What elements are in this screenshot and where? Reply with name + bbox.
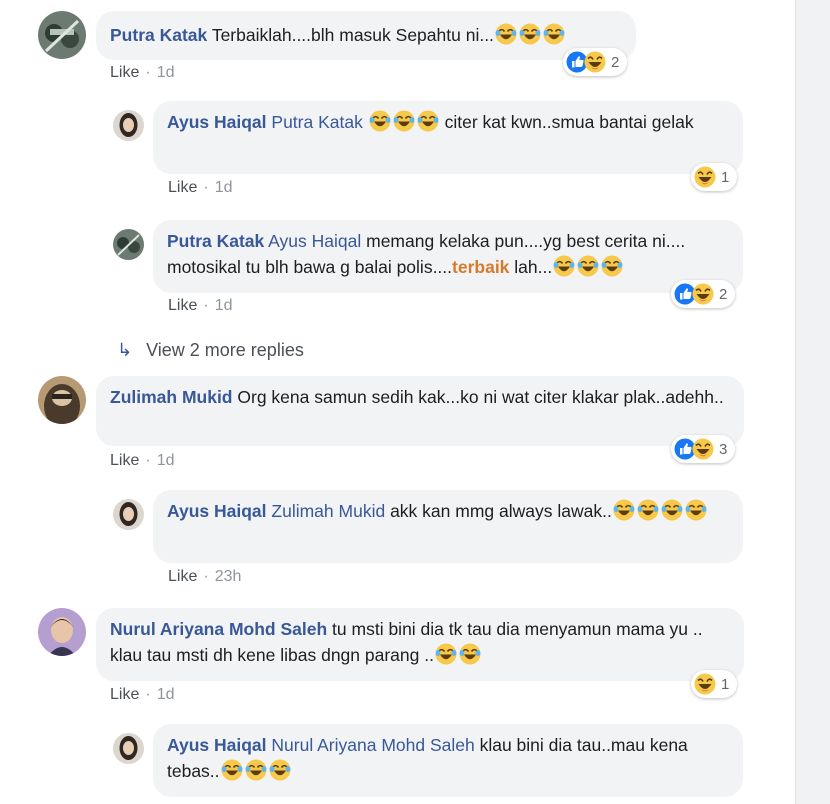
avatar[interactable] — [113, 110, 144, 141]
comment-author[interactable]: Nurul Ariyana Mohd Saleh — [110, 619, 327, 639]
reaction-count: 3 — [719, 440, 728, 458]
timestamp[interactable]: 1d — [157, 452, 175, 469]
tears-of-joy-icon — [416, 110, 439, 132]
reaction-summary[interactable]: 1 — [691, 670, 738, 698]
like-link[interactable]: Like — [168, 179, 197, 196]
comment-bubble: Nurul Ariyana Mohd Saleh tu msti bini di… — [96, 608, 744, 681]
comment-bubble: Ayus Haiqal Putra Katak citer kat kwn..s… — [153, 101, 743, 174]
mention-link[interactable]: Zulimah Mukid — [271, 501, 385, 521]
haha-reaction-icon — [584, 51, 606, 73]
haha-reaction-icon — [692, 438, 714, 460]
tears-of-joy-icon — [684, 499, 707, 521]
mention-link[interactable]: Putra Katak — [271, 112, 362, 132]
tears-of-joy-icon — [434, 643, 457, 665]
timestamp[interactable]: 1d — [157, 64, 175, 81]
reaction-summary[interactable]: 3 — [671, 435, 736, 463]
reaction-summary[interactable]: 1 — [691, 163, 738, 191]
reaction-count: 1 — [721, 168, 730, 186]
comment-bubble: Putra Katak Terbaiklah....blh masuk Sepa… — [96, 11, 636, 60]
avatar[interactable] — [113, 229, 144, 260]
timestamp[interactable]: 1d — [215, 179, 233, 196]
comment-text: Org kena samun sedih kak...ko ni wat cit… — [237, 387, 724, 407]
tears-of-joy-icon — [392, 110, 415, 132]
tears-of-joy-icon — [553, 255, 576, 277]
like-link[interactable]: Like — [168, 568, 197, 585]
tears-of-joy-icon — [368, 110, 391, 132]
reaction-count: 2 — [719, 285, 728, 303]
haha-reaction-icon — [694, 673, 716, 695]
reaction-count: 1 — [721, 675, 730, 693]
tears-of-joy-icon — [458, 643, 481, 665]
comment-bubble: Zulimah Mukid Org kena samun sedih kak..… — [96, 376, 744, 446]
tears-of-joy-icon — [660, 499, 683, 521]
comment-bubble: Putra Katak Ayus Haiqal memang kelaka pu… — [153, 220, 743, 293]
reaction-count: 2 — [611, 53, 620, 71]
haha-reaction-icon — [694, 166, 716, 188]
comment-text: citer kat kwn..smua bantai gelak — [444, 112, 694, 132]
like-link[interactable]: Like — [110, 452, 139, 469]
tears-of-joy-icon — [601, 255, 624, 277]
avatar[interactable] — [113, 499, 144, 530]
tears-of-joy-icon — [220, 759, 243, 781]
mention-link[interactable]: Nurul Ariyana Mohd Saleh — [271, 735, 474, 755]
like-link[interactable]: Like — [110, 64, 139, 81]
timestamp[interactable]: 1d — [157, 686, 175, 703]
avatar[interactable] — [113, 733, 144, 764]
tears-of-joy-icon — [612, 499, 635, 521]
tears-of-joy-icon — [577, 255, 600, 277]
like-link[interactable]: Like — [168, 297, 197, 314]
comment-bubble: Ayus Haiqal Nurul Ariyana Mohd Saleh kla… — [153, 724, 743, 797]
comment-author[interactable]: Zulimah Mukid — [110, 387, 233, 407]
mention-link[interactable]: Ayus Haiqal — [268, 231, 361, 251]
comment-meta: Like · 1d — [168, 297, 233, 314]
comment-meta: Like · 1d — [110, 452, 175, 469]
comment-text-after: lah... — [509, 257, 553, 277]
tears-of-joy-icon — [494, 23, 517, 45]
comment-author[interactable]: Ayus Haiqal — [167, 735, 267, 755]
comment-meta: Like · 1d — [110, 64, 175, 81]
right-gutter — [796, 0, 830, 804]
avatar[interactable] — [38, 11, 86, 59]
reaction-summary[interactable]: 2 — [671, 280, 736, 308]
avatar[interactable] — [38, 608, 86, 656]
view-more-replies-label[interactable]: View 2 more replies — [146, 340, 304, 360]
comment-text: akk kan mmg always lawak.. — [390, 501, 612, 521]
comment-text: Terbaiklah....blh masuk Sepahtu ni... — [211, 25, 494, 45]
reply-arrow-icon: ↳ — [117, 340, 133, 360]
view-more-replies-link[interactable]: ↳ View 2 more replies — [117, 340, 304, 361]
tears-of-joy-icon — [268, 759, 291, 781]
like-link[interactable]: Like — [110, 686, 139, 703]
haha-reaction-icon — [692, 283, 714, 305]
comment-author[interactable]: Ayus Haiqal — [167, 501, 267, 521]
comment-meta: Like · 1d — [168, 179, 233, 196]
comment-author[interactable]: Putra Katak — [110, 25, 207, 45]
comment-author[interactable]: Putra Katak — [167, 231, 264, 251]
timestamp[interactable]: 23h — [215, 568, 242, 585]
tears-of-joy-icon — [542, 23, 565, 45]
tears-of-joy-icon — [244, 759, 267, 781]
comment-author[interactable]: Ayus Haiqal — [167, 112, 267, 132]
comment-meta: Like · 23h — [168, 568, 242, 585]
avatar[interactable] — [38, 376, 86, 424]
comment-meta: Like · 1d — [110, 686, 175, 703]
tears-of-joy-icon — [636, 499, 659, 521]
highlighted-word: terbaik — [452, 257, 510, 277]
comment-bubble: Ayus Haiqal Zulimah Mukid akk kan mmg al… — [153, 490, 743, 563]
reaction-summary[interactable]: 2 — [563, 48, 628, 76]
timestamp[interactable]: 1d — [215, 297, 233, 314]
tears-of-joy-icon — [518, 23, 541, 45]
